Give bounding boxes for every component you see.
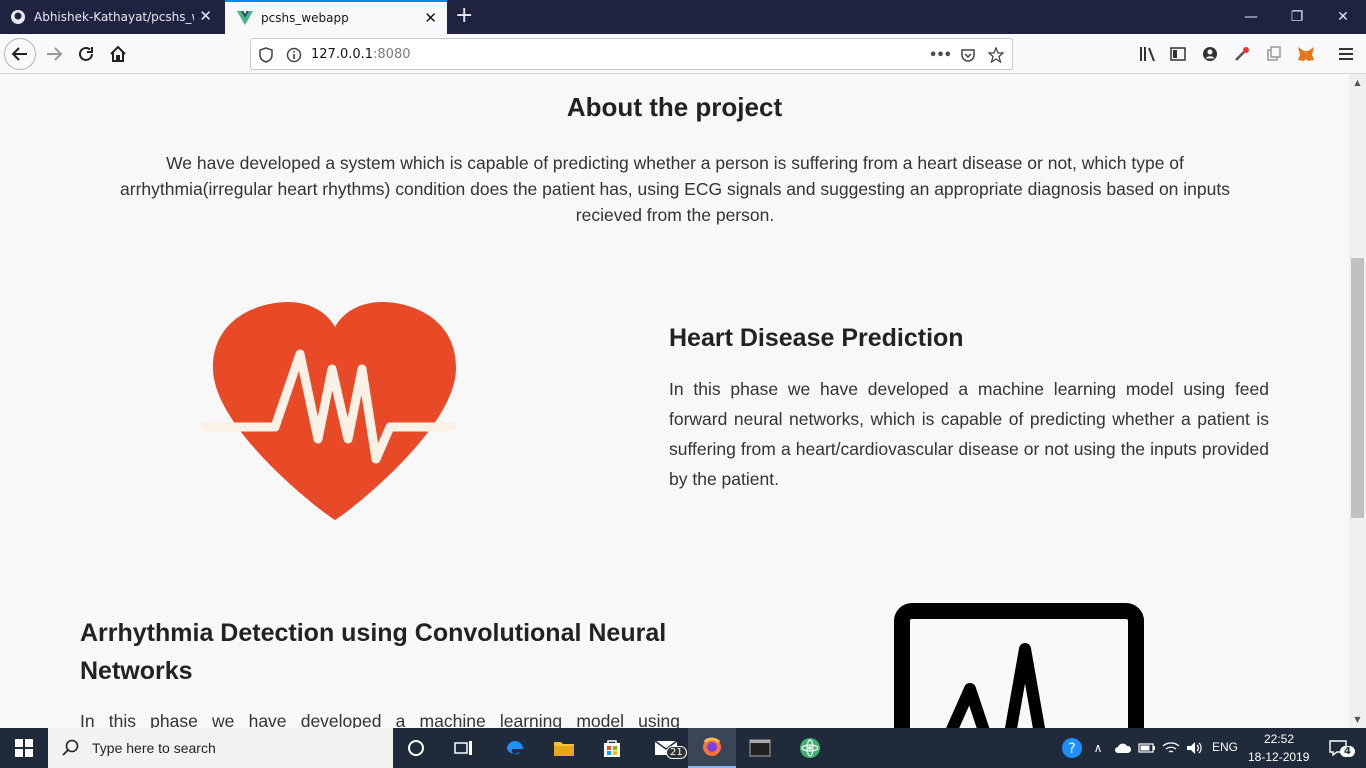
firefox-icon[interactable]	[688, 728, 736, 768]
forward-button[interactable]	[38, 38, 70, 70]
back-arrow-icon	[11, 47, 27, 61]
arrhythmia-title: Arrhythmia Detection using Convolutional…	[80, 619, 667, 685]
task-view-icon[interactable]	[444, 728, 484, 768]
url-bar[interactable]: 127.0.0.1:8080 •••	[250, 38, 1013, 70]
search-placeholder: Type here to search	[92, 740, 216, 756]
start-button[interactable]	[0, 728, 48, 768]
url-host: 127.0.0.1	[311, 47, 374, 62]
sidebar-icon[interactable]	[1168, 44, 1188, 64]
action-center-icon[interactable]: 4	[1318, 728, 1358, 768]
mail-badge: 21	[666, 746, 687, 759]
help-icon[interactable]: ?	[1058, 728, 1086, 768]
reload-button[interactable]	[70, 38, 102, 70]
arrhythmia-description: In this phase we have developed a machin…	[80, 711, 680, 728]
notification-badge: 4	[1340, 746, 1355, 757]
search-icon	[62, 739, 79, 756]
account-icon[interactable]	[1200, 44, 1220, 64]
clock-time[interactable]: 22:52	[1264, 732, 1294, 746]
file-explorer-icon[interactable]	[544, 728, 584, 768]
url-port: :8080	[373, 47, 411, 62]
about-description: We have developed a system which is capa…	[120, 153, 1230, 225]
atom-editor-icon[interactable]	[788, 728, 832, 768]
volume-icon[interactable]	[1184, 728, 1206, 768]
windows-taskbar: Type here to search 21 ? ∧ ENG 22:52 18-…	[0, 728, 1366, 768]
windows-logo-icon	[15, 739, 33, 757]
ecg-monitor-icon	[894, 603, 1144, 728]
extension-copy-icon[interactable]	[1264, 44, 1284, 64]
close-tab-icon[interactable]: ✕	[424, 10, 437, 26]
wifi-icon[interactable]	[1160, 728, 1182, 768]
forward-arrow-icon	[47, 47, 63, 61]
tab-bar: Abhishek-Kathayat/pcshs_web ✕ pcshs_weba…	[0, 0, 1366, 34]
metamask-fox-icon[interactable]	[1296, 44, 1316, 64]
github-icon	[11, 10, 25, 24]
page-content: About the project We have developed a sy…	[0, 74, 1349, 728]
svg-text:?: ?	[1068, 741, 1075, 757]
menu-hamburger-icon[interactable]	[1336, 44, 1356, 64]
url-text[interactable]: 127.0.0.1:8080	[311, 47, 411, 62]
battery-icon[interactable]	[1136, 728, 1158, 768]
back-button[interactable]	[4, 38, 36, 70]
terminal-icon[interactable]	[738, 728, 782, 768]
library-icon[interactable]	[1138, 44, 1158, 64]
clock-date[interactable]: 18-12-2019	[1248, 750, 1309, 764]
tab-label: pcshs_webapp	[261, 11, 349, 25]
shield-icon[interactable]	[257, 46, 275, 64]
scrollbar-thumb[interactable]	[1351, 258, 1364, 518]
restore-icon[interactable]: ❐	[1274, 0, 1320, 34]
heart-ecg-icon	[200, 302, 457, 520]
store-icon[interactable]	[592, 728, 632, 768]
heart-disease-description: In this phase we have developed a machin…	[669, 379, 1269, 489]
info-icon[interactable]	[285, 46, 303, 64]
pocket-icon[interactable]	[959, 46, 977, 64]
heart-disease-title: Heart Disease Prediction	[669, 324, 964, 352]
taskbar-search-box[interactable]: Type here to search	[48, 728, 393, 768]
about-title: About the project	[566, 92, 783, 122]
show-hidden-icons-icon[interactable]: ∧	[1088, 728, 1108, 768]
bookmark-star-icon[interactable]	[987, 46, 1005, 64]
vue-icon	[237, 11, 253, 25]
navigation-toolbar: 127.0.0.1:8080 •••	[0, 34, 1366, 74]
new-tab-button[interactable]: +	[455, 4, 473, 28]
tab-github[interactable]: Abhishek-Kathayat/pcshs_web ✕	[0, 0, 222, 34]
close-tab-icon[interactable]: ✕	[199, 8, 212, 24]
close-window-icon[interactable]: ✕	[1320, 0, 1366, 34]
tab-pcshs-webapp[interactable]: pcshs_webapp ✕	[225, 0, 447, 34]
mail-icon[interactable]: 21	[642, 728, 690, 768]
scroll-down-arrow-icon[interactable]: ▼	[1349, 711, 1366, 728]
onedrive-cloud-icon[interactable]	[1112, 728, 1134, 768]
tab-label: Abhishek-Kathayat/pcshs_web	[34, 10, 194, 24]
reload-icon	[79, 46, 93, 61]
edge-browser-icon[interactable]	[495, 728, 535, 768]
minimize-icon[interactable]: —	[1228, 0, 1274, 34]
scroll-up-arrow-icon[interactable]: ▲	[1349, 74, 1366, 91]
language-indicator[interactable]: ENG	[1212, 740, 1238, 754]
page-actions-icon[interactable]: •••	[929, 46, 952, 64]
extension-dropper-icon[interactable]	[1232, 44, 1252, 64]
home-button[interactable]	[102, 38, 134, 70]
cortana-icon[interactable]	[396, 728, 436, 768]
home-icon	[110, 45, 126, 62]
